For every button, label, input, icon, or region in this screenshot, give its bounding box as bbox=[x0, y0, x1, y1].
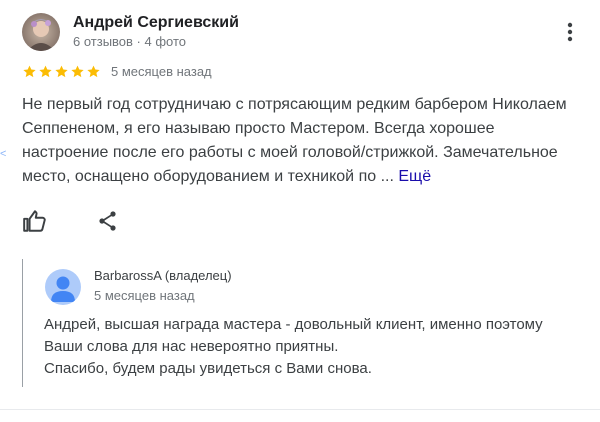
star-icon bbox=[87, 65, 100, 77]
divider bbox=[0, 409, 600, 410]
review-time: 5 месяцев назад bbox=[111, 63, 212, 79]
owner-reply-line: Спасибо, будем рады увидеться с Вами сно… bbox=[44, 360, 372, 377]
review-body: Не первый год сотрудничаю с потрясающим … bbox=[22, 93, 578, 189]
owner-reply-line: Ваши слова для нас невероятно приятны. bbox=[44, 338, 339, 355]
author-photo bbox=[22, 13, 60, 51]
like-button[interactable] bbox=[22, 208, 48, 234]
more-options-button[interactable] bbox=[558, 19, 582, 47]
thumbs-up-icon bbox=[23, 210, 46, 232]
owner-reply-text: Андрей, высшая награда мастера - довольн… bbox=[44, 314, 589, 380]
author-meta: 6 отзывов · 4 фото bbox=[73, 34, 187, 49]
more-vert-icon bbox=[567, 22, 573, 42]
star-rating bbox=[22, 64, 102, 79]
star-icon bbox=[23, 65, 36, 77]
author-name[interactable]: Андрей Сергиевский bbox=[73, 14, 239, 32]
read-more-link[interactable]: Ещё bbox=[398, 168, 431, 185]
share-icon bbox=[99, 211, 116, 231]
edge-fragment: < bbox=[0, 148, 7, 160]
owner-reply-line: Андрей, высшая награда мастера - довольн… bbox=[44, 316, 543, 333]
review-header: Андрей Сергиевский 6 отзывов · 4 фото bbox=[22, 13, 582, 53]
author-avatar[interactable] bbox=[22, 13, 60, 51]
share-button[interactable] bbox=[96, 209, 120, 233]
owner-name: BarbarossA (владелец) bbox=[94, 268, 232, 283]
review-text: Не первый год сотрудничаю с потрясающим … bbox=[22, 96, 567, 185]
person-icon bbox=[45, 269, 81, 305]
star-icon bbox=[71, 65, 84, 77]
owner-reply-time: 5 месяцев назад bbox=[94, 288, 195, 303]
owner-avatar bbox=[45, 269, 81, 305]
star-icon bbox=[39, 65, 52, 77]
star-icon bbox=[55, 65, 68, 77]
review-card: < Андрей Сергиевский 6 отзывов · 4 фото bbox=[0, 0, 600, 422]
rating-row: 5 месяцев назад bbox=[22, 63, 212, 79]
owner-reply: BarbarossA (владелец) 5 месяцев назад Ан… bbox=[22, 259, 593, 387]
